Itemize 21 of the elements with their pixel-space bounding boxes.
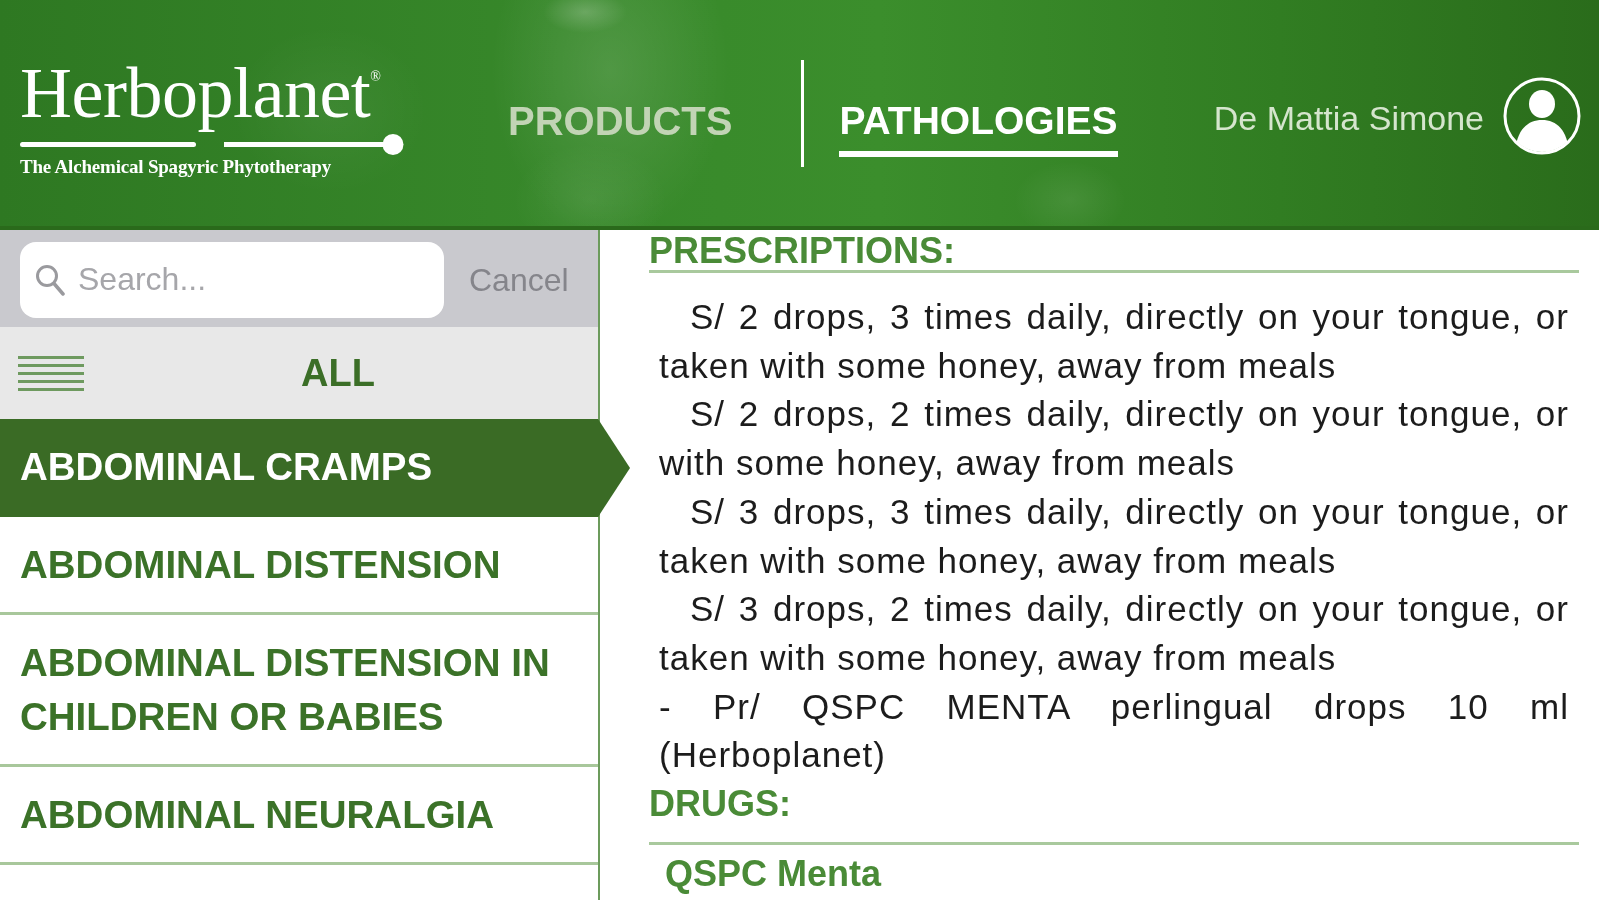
nav-tab[interactable]: PRODUCTS	[508, 81, 733, 157]
prescription-text: - Pr/ QSPC MENTA perlingual drops 10 ml (Herboplanet)	[659, 685, 1569, 777]
prescription-text: S/ 3 drops, 3 times daily, directly on your tongue, or taken with some honey, away from meals	[659, 490, 1569, 582]
pathology-item[interactable]: ABDOMINAL CRAMPS	[0, 419, 630, 517]
drug-link[interactable]: QSPC Menta	[665, 853, 882, 896]
logo-underline-icon	[20, 133, 404, 155]
prescription-text: S/ 2 drops, 2 times daily, directly on your tongue, or with some honey, away from meals	[659, 393, 1569, 485]
nav-tab[interactable]: PATHOLOGIES	[839, 81, 1118, 157]
user-avatar-icon[interactable]	[1503, 77, 1581, 155]
logo-wordmark: Herboplanet	[20, 52, 371, 134]
search-field[interactable]: Search...	[20, 241, 444, 318]
menu-icon[interactable]	[18, 354, 84, 392]
section-heading: PRESCRIPTIONS:	[649, 232, 957, 270]
user-name: De Mattia Simone	[1213, 98, 1484, 138]
search-icon	[35, 263, 65, 296]
prescription-text: S/ 2 drops, 3 times daily, directly on your tongue, or taken with some honey, away from meals	[659, 296, 1569, 387]
filter-label[interactable]: ALL	[84, 351, 598, 395]
prescription-text: S/ 3 drops, 2 times daily, directly on your tongue, or taken with some honey, away from meals	[659, 588, 1569, 679]
registered-mark: ®	[370, 68, 381, 84]
section-heading: DRUGS:	[649, 784, 792, 825]
logo-tagline: The Alchemical Spagyric Phytotherapy	[20, 155, 333, 178]
